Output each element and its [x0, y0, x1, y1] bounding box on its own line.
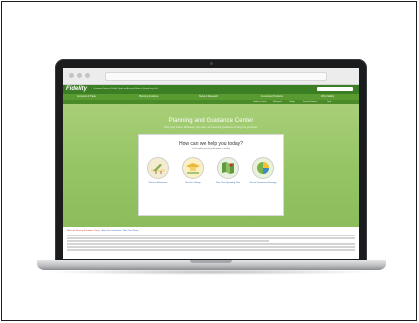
- site-header: Fidelity Customer Service Profile Open a…: [63, 85, 359, 94]
- window-close-icon[interactable]: [69, 73, 74, 78]
- content-link[interactable]: Watch the Planning & Guidance Center: [67, 230, 100, 232]
- window-zoom-icon[interactable]: [85, 73, 90, 78]
- text-line: [67, 243, 355, 245]
- option-retirement[interactable]: Plan for Retirement: [141, 157, 175, 184]
- pie-chart-icon: [252, 157, 274, 179]
- content-links: Watch the Planning & Guidance Center Abo…: [67, 230, 355, 233]
- page-subtitle: Plan your future. Whatever you want, we …: [164, 126, 258, 129]
- beach-chair-icon: [147, 157, 169, 179]
- option-label: Plan for Retirement: [148, 182, 168, 184]
- help-card: How can we help you today? Let's make yo…: [138, 134, 284, 216]
- text-line: [67, 249, 355, 251]
- option-investment[interactable]: Get an Investment Strategy: [246, 157, 280, 184]
- option-label: Get an Investment Strategy: [249, 182, 277, 184]
- option-label: Plan for College: [185, 182, 201, 184]
- card-subtitle: Let's make your key decisions a reality: [192, 148, 230, 150]
- brand-logo[interactable]: Fidelity: [66, 85, 87, 94]
- graduation-cap-icon: [182, 157, 204, 179]
- browser-toolbar: [63, 68, 359, 85]
- card-title: How can we help you today?: [179, 141, 243, 147]
- image-frame: Fidelity Customer Service Profile Open a…: [1, 1, 417, 321]
- map-icon: [217, 157, 239, 179]
- text-line: [67, 237, 355, 239]
- option-label: Plan Your Spending Plan: [215, 182, 241, 184]
- text-line: [67, 234, 355, 237]
- search-input[interactable]: [317, 87, 353, 91]
- body-content: Watch the Planning & Guidance Center Abo…: [63, 227, 359, 251]
- content-link[interactable]: About Your Investments: [102, 230, 122, 232]
- page-title: Planning and Guidance Center: [168, 118, 254, 124]
- window-minimize-icon[interactable]: [77, 73, 82, 78]
- option-college[interactable]: Plan for College: [176, 157, 210, 184]
- content-link[interactable]: More Than Money: [123, 230, 138, 232]
- hero-banner: Planning and Guidance Center Plan your f…: [63, 104, 359, 227]
- text-line: [67, 246, 355, 248]
- text-line: [67, 240, 269, 242]
- laptop-base: [37, 260, 386, 270]
- laptop-screen-bezel: Fidelity Customer Service Profile Open a…: [55, 59, 367, 261]
- header-links[interactable]: Customer Service Profile Open an Account…: [93, 85, 158, 94]
- option-spending[interactable]: Plan Your Spending Plan: [211, 157, 245, 184]
- address-bar[interactable]: [105, 72, 327, 81]
- camera-icon: [210, 62, 213, 65]
- laptop-display: Fidelity Customer Service Profile Open a…: [63, 68, 359, 259]
- laptop-notch: [190, 260, 232, 263]
